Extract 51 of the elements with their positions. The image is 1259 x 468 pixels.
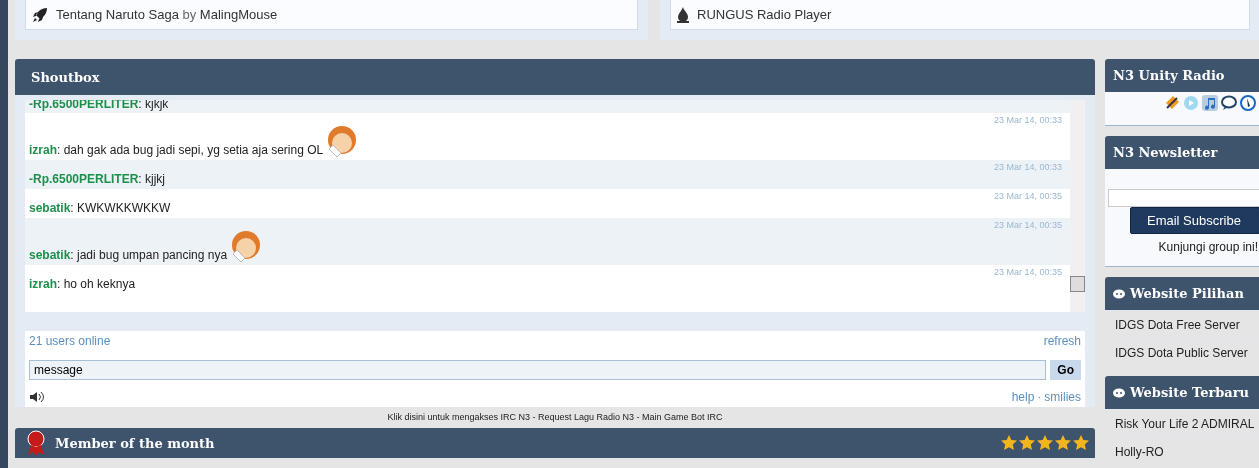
scrollbar[interactable] [1070,100,1085,312]
website-link[interactable]: Holly-RO [1105,437,1259,465]
message-text: sebatik: KWKWKKWKKW [29,201,171,215]
separator: · [1037,390,1042,404]
refresh-link[interactable]: refresh [1043,334,1081,348]
star-icon [1019,435,1035,451]
flame-icon [677,6,689,23]
star-icon [1055,435,1071,451]
message-time: 23 Mar 14, 00:35 [992,220,1062,230]
speech-bubble-icon [1113,288,1125,299]
compass-icon [1240,95,1256,111]
player-icon [1164,95,1180,111]
rocket-icon [32,6,48,23]
panel-title: N3 Newsletter [1113,145,1218,160]
irc-link[interactable]: Klik disini untuk mengakses IRC N3 - Request Lagu Radio N3 - Main Game Bot IRC [15,407,1095,428]
go-button[interactable]: Go [1050,360,1081,380]
panel-title: Member of the month [55,435,215,451]
message-time: 23 Mar 14, 00:35 [992,191,1062,201]
panel-title: Website Pilihan [1130,286,1244,301]
page-link[interactable]: Tentang Naruto Saga by MalingMouse [56,7,278,22]
subscribe-button[interactable]: Email Subscribe [1130,207,1259,234]
message-text: sebatik: jadi bug umpan pancing nya [29,248,228,262]
message-time: 23 Mar 14, 00:35 [992,267,1062,277]
smilies-link[interactable]: smilies [1044,390,1081,404]
email-field[interactable] [1108,189,1259,207]
star-icon [1073,435,1089,451]
music-note-icon [1202,95,1218,111]
play-icon [1183,95,1199,111]
panel-title: N3 Unity Radio [1113,68,1225,83]
message-text: izrah: dah gak ada bug jadi sepi, yg setia aja sering OL [29,143,324,157]
page-link[interactable]: RUNGUS Radio Player [697,7,832,22]
message-text: -Rp.6500PERLITER: kjkjk [29,100,169,111]
message-time: 23 Mar 14, 00:33 [992,162,1062,172]
speaker-icon [29,391,45,403]
message-time: 23 Mar 14, 00:33 [992,115,1062,125]
message-text: -Rp.6500PERLITER: kjjkj [29,172,166,186]
panel-title: Website Terbaru [1130,385,1250,400]
group-link[interactable]: Kunjungi group ini! [1158,240,1259,254]
website-link[interactable]: Risk Your Life 2 ADMIRAL [1105,409,1259,437]
website-link[interactable]: IDGS Dota Public Server [1105,338,1259,366]
ribbon-icon [25,430,47,456]
help-link[interactable]: help [1011,390,1035,404]
online-count: 21 users online [29,334,111,348]
panel-title: Shoutbox [15,59,1095,95]
message-field[interactable]: message [29,360,1047,380]
star-icon [1037,435,1053,451]
star-icon [1001,435,1017,451]
speech-bubble-icon [1221,95,1237,111]
message-text: izrah: ho oh keknya [29,277,136,291]
website-link[interactable]: IDGS Dota Free Server [1105,310,1259,338]
speech-bubble-icon [1113,387,1125,398]
